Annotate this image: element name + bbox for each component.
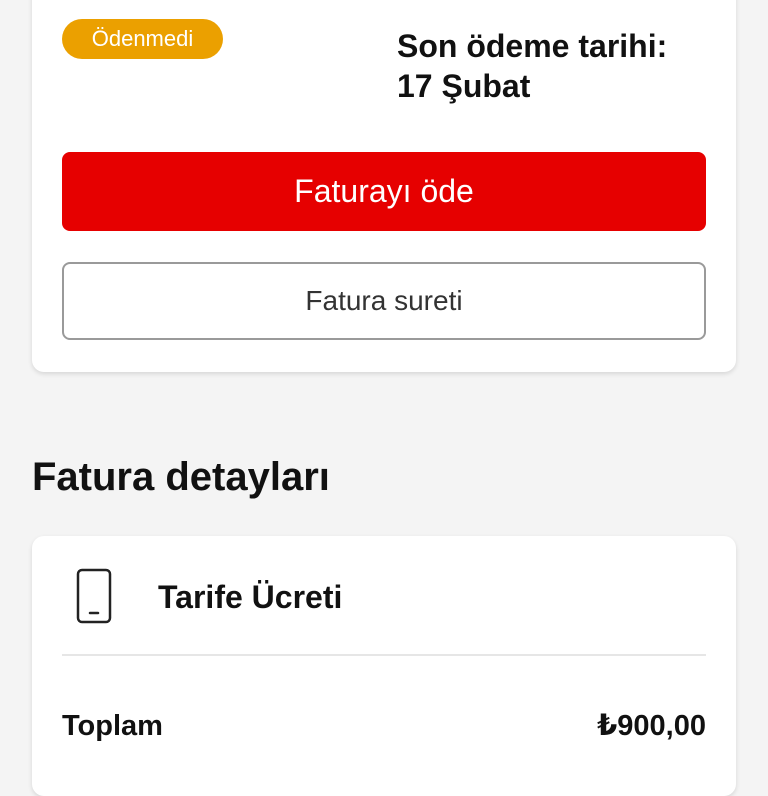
phone-icon bbox=[76, 568, 112, 624]
invoice-copy-button[interactable]: Fatura sureti bbox=[62, 262, 706, 340]
status-badge: Ödenmedi bbox=[62, 19, 223, 59]
due-date-label: Son ödeme tarihi: bbox=[397, 28, 668, 64]
due-date-value: 17 Şubat bbox=[397, 68, 531, 104]
section-title-invoice-details: Fatura detayları bbox=[32, 455, 330, 499]
due-date: Son ödeme tarihi: 17 Şubat bbox=[397, 26, 717, 106]
divider bbox=[62, 654, 706, 656]
tariff-fee-label: Tarife Ücreti bbox=[158, 579, 343, 615]
total-label: Toplam bbox=[62, 710, 163, 742]
total-amount: ₺900,00 bbox=[597, 710, 706, 742]
invoice-details-card bbox=[32, 536, 736, 796]
pay-invoice-button[interactable]: Faturayı öde bbox=[62, 152, 706, 231]
